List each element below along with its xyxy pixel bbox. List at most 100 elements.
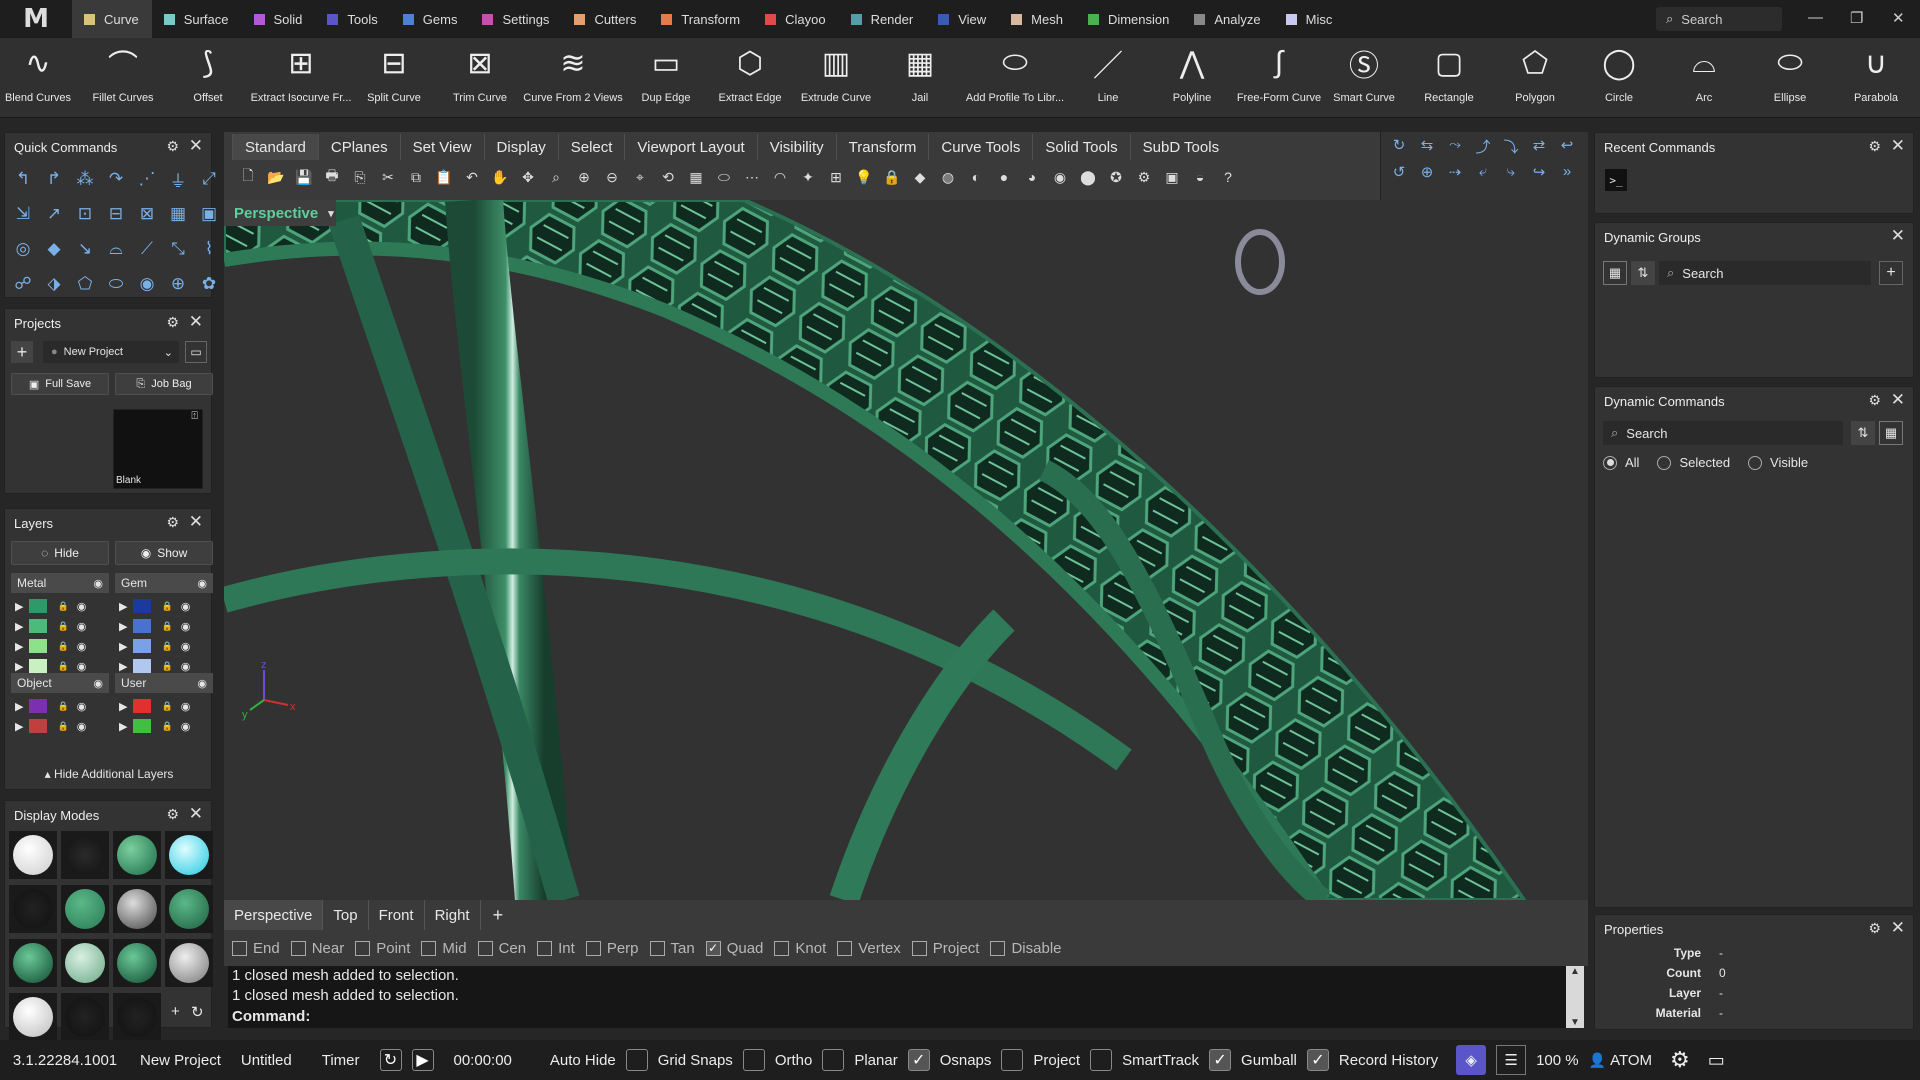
quick-command-icon[interactable]: ↘ <box>73 237 97 261</box>
quick-command-icon[interactable]: ⋰ <box>135 167 159 191</box>
list-icon[interactable]: ☰ <box>1496 1045 1527 1075</box>
display-mode-thumbnail[interactable] <box>113 993 161 1041</box>
menu-tab[interactable]: Gems <box>391 0 471 38</box>
eye-icon[interactable]: ◉ <box>181 600 191 613</box>
gear-icon[interactable]: ⚙ <box>1868 920 1881 937</box>
layer-color-swatch[interactable] <box>133 639 152 653</box>
zoom-level[interactable]: 100 % <box>1526 1040 1589 1080</box>
display-mode-thumbnail[interactable] <box>113 939 161 987</box>
menu-tab[interactable]: Settings <box>470 0 562 38</box>
add-group-icon[interactable]: + <box>1879 261 1903 285</box>
toolbar-icon[interactable]: ⌖ <box>626 165 654 189</box>
lock-icon[interactable]: 🔒 <box>57 701 68 712</box>
osnap-checkbox[interactable] <box>537 940 553 956</box>
toolbar-tab[interactable]: SubD Tools <box>1129 134 1231 160</box>
eye-icon[interactable]: ◉ <box>181 720 191 733</box>
toolbar-tab[interactable]: Set View <box>399 134 484 160</box>
osnap-checkbox[interactable] <box>290 940 306 956</box>
osnap-toggle[interactable]: Point <box>355 940 410 957</box>
display-mode-thumbnail[interactable] <box>61 831 109 879</box>
osnap-checkbox[interactable] <box>421 940 437 956</box>
close-icon[interactable]: ✕ <box>1892 9 1905 27</box>
lock-icon[interactable]: 🔒 <box>161 721 172 732</box>
quick-command-icon[interactable]: ⁂ <box>73 167 97 191</box>
sort-icon[interactable]: ⇅ <box>1851 421 1875 445</box>
arrow-up-icon[interactable]: ▲ <box>1570 966 1580 977</box>
quick-command-icon[interactable]: ⊟ <box>104 202 128 226</box>
ribbon-button[interactable]: ⊞ Extract Isocurve Fr... <box>251 38 352 118</box>
layer-group-header[interactable]: Metal ◉ <box>11 573 109 593</box>
lock-icon[interactable]: 🔒 <box>57 721 68 732</box>
display-mode-thumbnail[interactable] <box>61 939 109 987</box>
add-viewport-icon[interactable]: + <box>493 905 504 926</box>
eye-icon[interactable]: ◉ <box>77 620 87 633</box>
viewport-tab[interactable]: Perspective <box>224 900 324 930</box>
layer-row[interactable]: ▶ 🔒 ◉ <box>115 717 213 735</box>
transform-icon[interactable]: ⤶ <box>1469 163 1497 181</box>
menu-tab[interactable]: Analyze <box>1182 0 1273 38</box>
toolbar-icon[interactable]: ✋ <box>486 165 514 189</box>
transform-icon[interactable]: ⤳ <box>1441 136 1469 157</box>
ribbon-button[interactable]: ▢ Rectangle <box>1399 38 1499 118</box>
viewport-label[interactable]: Perspective ▾ <box>224 200 336 226</box>
eye-icon[interactable]: ◉ <box>77 720 87 733</box>
quick-command-icon[interactable]: ⤢ <box>197 167 221 191</box>
osnap-checkbox[interactable] <box>837 940 853 956</box>
display-mode-thumbnail[interactable] <box>9 885 57 933</box>
radio-icon[interactable] <box>1748 455 1763 470</box>
quick-command-icon[interactable]: ⏚ <box>166 167 190 191</box>
quick-command-icon[interactable]: ⊕ <box>166 272 190 296</box>
osnap-toggle[interactable]: Tan <box>649 940 695 957</box>
auto-hide-checkbox[interactable] <box>625 1049 648 1071</box>
lock-icon[interactable]: 🔒 <box>57 601 68 612</box>
transform-icon[interactable]: ⇢ <box>1441 163 1469 181</box>
close-icon[interactable]: ✕ <box>189 136 203 156</box>
layer-color-swatch[interactable] <box>133 599 152 613</box>
show-layers-button[interactable]: ◉ Show <box>115 541 213 565</box>
display-mode-thumbnail[interactable] <box>9 831 57 879</box>
filter-radio[interactable]: All <box>1603 455 1639 470</box>
transform-icon[interactable]: ⤴ <box>1469 136 1497 157</box>
filter-radio[interactable]: Selected <box>1657 455 1730 470</box>
transform-icon[interactable]: ⇆ <box>1413 136 1441 157</box>
layer-color-swatch[interactable] <box>29 599 48 613</box>
play-icon[interactable]: ▶ <box>411 1049 434 1071</box>
layer-color-swatch[interactable] <box>133 619 152 633</box>
display-mode-thumbnail[interactable] <box>165 885 213 933</box>
osnap-toggle[interactable]: Knot <box>774 940 826 957</box>
expand-arrow-icon[interactable]: ▶ <box>119 620 127 633</box>
quick-command-icon[interactable]: ✿ <box>197 272 221 296</box>
chat-icon[interactable]: ▭ <box>1708 1050 1725 1071</box>
osnaps-checkbox[interactable] <box>1001 1049 1024 1071</box>
layer-row[interactable]: ▶ 🔒 ◉ <box>115 597 213 615</box>
hide-layers-button[interactable]: ◌ Hide <box>11 541 109 565</box>
osnap-checkbox[interactable] <box>774 940 790 956</box>
toolbar-icon[interactable]: ● <box>990 165 1018 189</box>
toolbar-tab[interactable]: Curve Tools <box>928 134 1032 160</box>
ribbon-button[interactable]: ⌓ Arc <box>1654 38 1754 118</box>
osnap-toggle[interactable]: ✓ Quad <box>705 940 763 957</box>
toolbar-icon[interactable]: ⚙ <box>1130 165 1158 189</box>
restore-icon[interactable]: ❐ <box>1850 9 1863 27</box>
toolbar-icon[interactable]: 💾 <box>290 165 318 189</box>
quick-command-icon[interactable]: ↰ <box>11 167 35 191</box>
transform-icon[interactable]: ↺ <box>1385 163 1413 181</box>
close-icon[interactable]: ✕ <box>1891 136 1905 156</box>
toolbar-icon[interactable]: ◕ <box>1018 165 1046 189</box>
quick-command-icon[interactable]: ↗ <box>42 202 66 226</box>
quick-command-icon[interactable]: ↱ <box>42 167 66 191</box>
eye-icon[interactable]: ◉ <box>197 577 207 590</box>
chevron-down-icon[interactable]: ▾ <box>328 207 334 220</box>
toolbar-icon[interactable]: ◍ <box>934 165 962 189</box>
toolbar-tab[interactable]: Visibility <box>756 134 836 160</box>
user-name[interactable]: ATOM <box>1606 1040 1662 1080</box>
display-mode-thumbnail[interactable] <box>113 885 161 933</box>
lock-icon[interactable]: 🔒 <box>57 621 68 632</box>
eye-icon[interactable]: ◉ <box>181 700 191 713</box>
expand-arrow-icon[interactable]: ▶ <box>15 660 23 673</box>
ribbon-button[interactable]: ▦ Jail <box>870 38 970 118</box>
menu-tab[interactable]: Mesh <box>999 0 1076 38</box>
osnap-toggle[interactable]: Project <box>911 940 979 957</box>
folder-icon[interactable]: ▭ <box>185 341 207 363</box>
eye-icon[interactable]: ◉ <box>181 660 191 673</box>
